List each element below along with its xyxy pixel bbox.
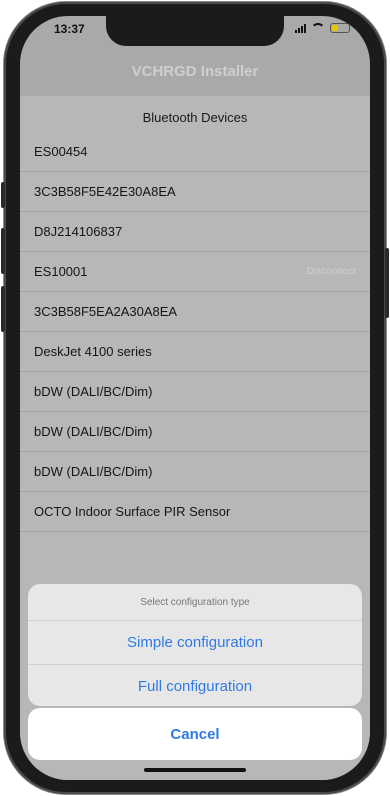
device-name: OCTO Indoor Surface PIR Sensor bbox=[34, 504, 231, 519]
status-time: 13:37 bbox=[54, 22, 85, 36]
device-row[interactable]: ES00454 bbox=[20, 132, 370, 172]
device-name: bDW (DALI/BC/Dim) bbox=[34, 464, 153, 479]
nav-title: VCHRGD Installer bbox=[131, 62, 259, 80]
action-sheet: Select configuration type Simple configu… bbox=[28, 584, 362, 706]
device-row[interactable]: DeskJet 4100 series bbox=[20, 332, 370, 372]
disconnect-button[interactable]: Disconnect bbox=[307, 266, 356, 277]
cancel-button[interactable]: Cancel bbox=[28, 708, 362, 760]
device-row[interactable]: OCTO Indoor Surface PIR Sensor bbox=[20, 492, 370, 532]
device-row[interactable]: D8J214106837 bbox=[20, 212, 370, 252]
simple-configuration-button[interactable]: Simple configuration bbox=[28, 621, 362, 665]
device-name: DeskJet 4100 series bbox=[34, 344, 152, 359]
device-row[interactable]: bDW (DALI/BC/Dim) bbox=[20, 412, 370, 452]
device-row[interactable]: 3C3B58F5EA2A30A8EA bbox=[20, 292, 370, 332]
device-row[interactable]: bDW (DALI/BC/Dim) bbox=[20, 372, 370, 412]
device-name: ES00454 bbox=[34, 144, 88, 159]
device-name: ES10001 bbox=[34, 264, 88, 279]
wifi-icon bbox=[311, 23, 325, 33]
phone-frame: 13:37 VCHRGD Installer Bluetooth Devices… bbox=[1, 2, 389, 794]
notch bbox=[106, 16, 284, 46]
device-name: bDW (DALI/BC/Dim) bbox=[34, 424, 153, 439]
screen: 13:37 VCHRGD Installer Bluetooth Devices… bbox=[20, 16, 370, 780]
device-row[interactable]: bDW (DALI/BC/Dim) bbox=[20, 452, 370, 492]
navigation-bar: VCHRGD Installer bbox=[20, 46, 370, 96]
device-name: D8J214106837 bbox=[34, 224, 123, 239]
section-title: Bluetooth Devices bbox=[142, 110, 248, 125]
signal-icon bbox=[295, 23, 306, 33]
device-name: bDW (DALI/BC/Dim) bbox=[34, 384, 153, 399]
volume-down-button bbox=[1, 286, 5, 332]
action-sheet-title: Select configuration type bbox=[28, 584, 362, 621]
full-configuration-button[interactable]: Full configuration bbox=[28, 665, 362, 706]
device-name: 3C3B58F5EA2A30A8EA bbox=[34, 304, 178, 319]
volume-up-button bbox=[1, 228, 5, 274]
status-icons bbox=[295, 23, 350, 33]
silent-switch bbox=[1, 182, 5, 208]
battery-icon bbox=[330, 23, 350, 33]
power-button bbox=[385, 248, 389, 318]
device-row[interactable]: ES10001 Disconnect bbox=[20, 252, 370, 292]
home-indicator bbox=[144, 768, 246, 772]
device-row[interactable]: 3C3B58F5E42E30A8EA bbox=[20, 172, 370, 212]
device-name: 3C3B58F5E42E30A8EA bbox=[34, 184, 176, 199]
